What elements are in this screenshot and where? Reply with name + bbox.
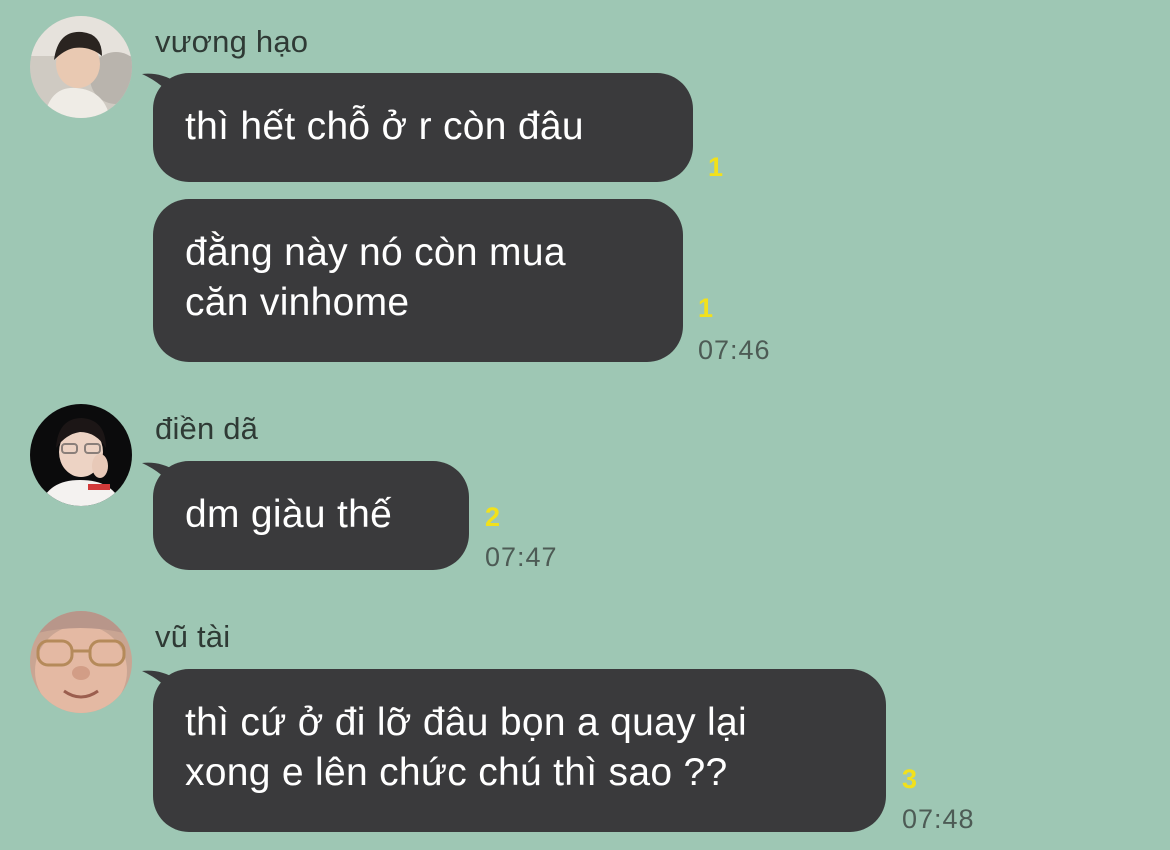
message-text: xong e lên chức chú thì sao ?? — [185, 751, 728, 794]
message-text: đằng này nó còn mua — [185, 231, 566, 274]
message-text: thì cứ ở đi lỡ đâu bọn a quay lại — [185, 701, 747, 744]
read-count: 3 — [902, 764, 918, 794]
sender-avatar[interactable] — [30, 16, 132, 118]
message-bubble[interactable]: thì hết chỗ ở r còn đâu — [153, 73, 693, 182]
message-bubble[interactable]: đằng này nó còn mua căn vinhome — [153, 199, 683, 362]
sender-name: điền dã — [155, 411, 259, 446]
read-count: 2 — [485, 502, 501, 532]
sender-avatar[interactable] — [30, 404, 132, 506]
message-text: căn vinhome — [185, 281, 410, 324]
read-count: 1 — [708, 152, 724, 182]
sender-name: vũ tài — [155, 619, 231, 654]
message-text: thì hết chỗ ở r còn đâu — [185, 105, 584, 148]
message-timestamp: 07:48 — [902, 804, 975, 834]
message-text: dm giàu thế — [185, 493, 393, 536]
chat-thread[interactable]: vương hạo thì hết chỗ ở r còn đâu 1 đằng… — [0, 0, 1170, 850]
read-count: 1 — [698, 293, 714, 323]
message-timestamp: 07:46 — [698, 335, 771, 365]
message-bubble[interactable]: dm giàu thế — [153, 461, 469, 570]
sender-avatar[interactable] — [30, 611, 132, 713]
message-bubble[interactable]: thì cứ ở đi lỡ đâu bọn a quay lại xong e… — [153, 669, 886, 832]
sender-name: vương hạo — [155, 24, 309, 59]
message-timestamp: 07:47 — [485, 542, 558, 572]
